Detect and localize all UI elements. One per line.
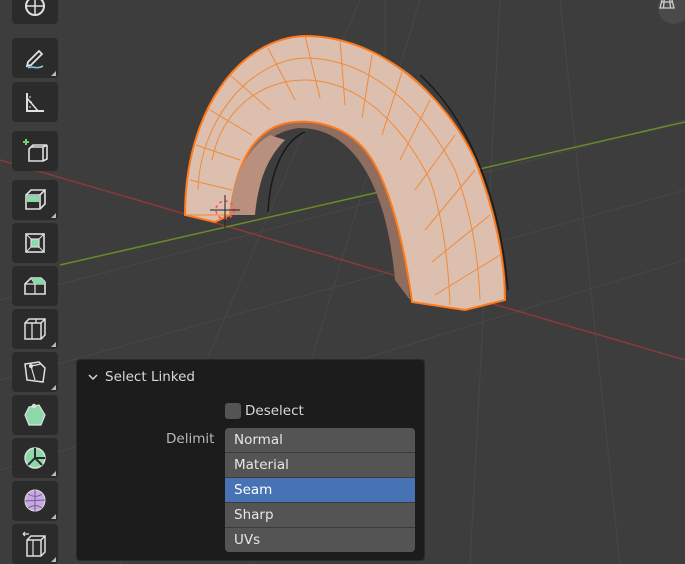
deselect-checkbox[interactable]: Deselect: [225, 403, 304, 419]
loop-cut-icon: [24, 318, 46, 340]
inset-icon: [25, 233, 45, 253]
add-cube-icon: [23, 139, 48, 162]
spin-tool-button[interactable]: [12, 438, 58, 478]
smooth-icon: [24, 489, 46, 512]
panel-title: Select Linked: [105, 369, 195, 385]
add-cube-tool-button[interactable]: [12, 131, 58, 171]
delimit-option-seam[interactable]: Seam: [225, 478, 415, 503]
delimit-option-normal[interactable]: Normal: [225, 428, 415, 453]
deselect-label: Deselect: [245, 403, 304, 419]
bevel-tool-button[interactable]: [12, 266, 58, 306]
loop-cut-tool-button[interactable]: [12, 309, 58, 349]
delimit-options: Normal Material Seam Sharp UVs: [225, 428, 415, 552]
panel-header[interactable]: Select Linked: [87, 366, 195, 388]
delimit-option-sharp[interactable]: Sharp: [225, 503, 415, 528]
checkbox-box[interactable]: [225, 403, 241, 419]
delimit-option-material[interactable]: Material: [225, 453, 415, 478]
measure-icon: [26, 93, 44, 112]
chevron-down-icon: [88, 374, 98, 381]
spin-icon: [24, 447, 46, 469]
toolbar: [0, 0, 62, 564]
edge-slide-tool-button[interactable]: [12, 524, 58, 564]
arch-mesh[interactable]: [183, 34, 509, 312]
x-axis-line: [0, 159, 685, 361]
inset-tool-button[interactable]: [12, 223, 58, 263]
knife-tool-button[interactable]: [12, 352, 58, 392]
delimit-option-uvs[interactable]: UVs: [225, 528, 415, 552]
extrude-icon: [25, 189, 46, 210]
bevel-icon: [24, 277, 46, 295]
delimit-label: Delimit: [166, 431, 215, 447]
edge-slide-icon: [22, 531, 46, 557]
knife-icon: [24, 361, 46, 383]
poly-build-tool-button[interactable]: [12, 395, 58, 435]
annotate-icon: [25, 49, 44, 69]
transform-icon: [25, 0, 45, 16]
measure-tool-button[interactable]: [12, 82, 58, 122]
select-linked-panel: Select Linked Deselect Delimit Normal Ma…: [76, 359, 425, 561]
extrude-tool-button[interactable]: [12, 180, 58, 220]
poly-build-icon: [24, 403, 46, 426]
annotate-tool-button[interactable]: [12, 38, 58, 78]
transform-tool-button[interactable]: [12, 0, 58, 24]
smooth-tool-button[interactable]: [12, 481, 58, 521]
